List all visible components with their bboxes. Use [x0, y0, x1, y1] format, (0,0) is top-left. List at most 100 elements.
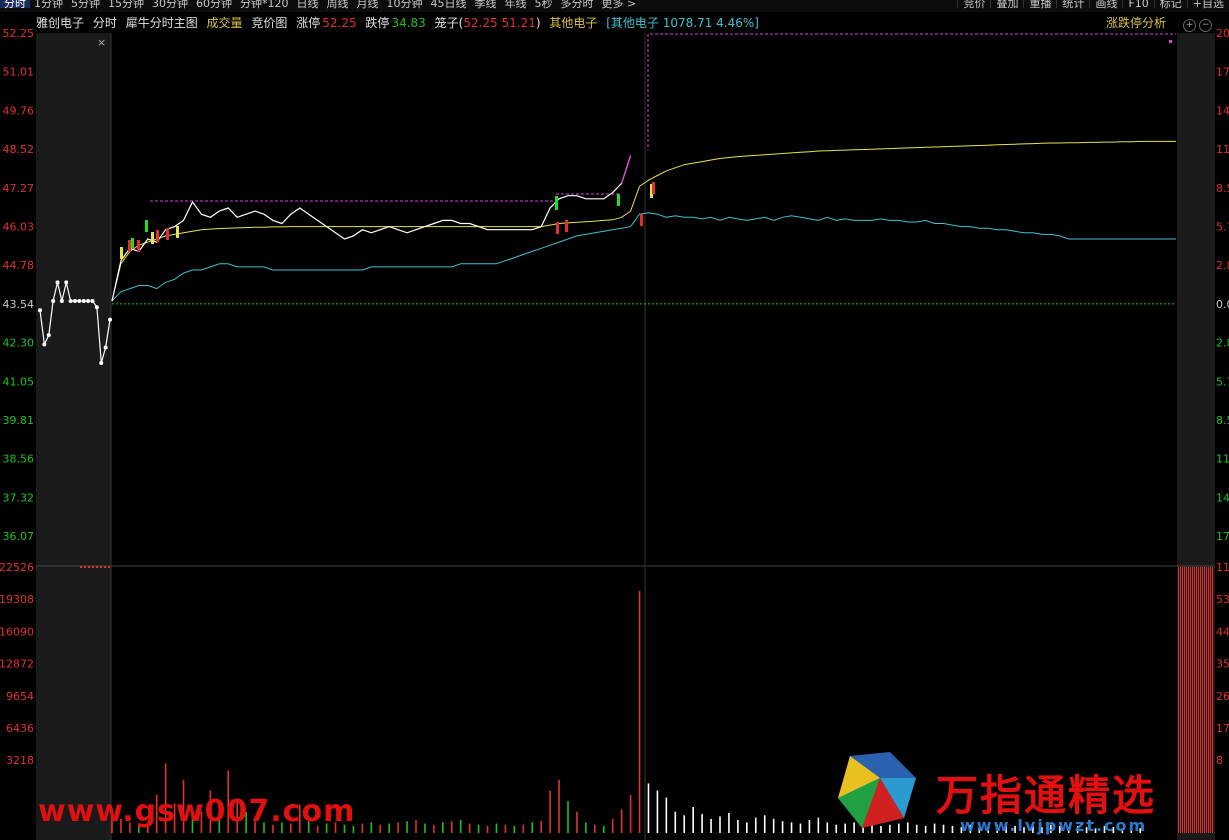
volume-bar — [522, 824, 525, 833]
period-tab[interactable]: 日线 — [293, 0, 323, 9]
percent-tick-label: 14 — [1216, 104, 1229, 117]
signal-bar — [156, 230, 159, 242]
volume-tick-label: 9654 — [6, 690, 34, 703]
price-tick-label: 41.05 — [3, 375, 35, 388]
volume-bar — [504, 824, 507, 833]
info-bar: 雅创电子 分时 犀牛分时主图 成交量 竞价图 涨停 52.25 跌停 34.83 笼… — [36, 14, 764, 32]
price-axis: 52.25 51.01 49.76 48.52 47.27 46.03 44.78 43.54… — [3, 27, 35, 543]
right-volume-bar — [1184, 567, 1185, 833]
period-tab[interactable]: 30分钟 — [148, 0, 192, 9]
indicator-label[interactable]: 犀牛分时主图 — [126, 16, 198, 30]
percent-tick-label: 2.8 — [1216, 337, 1229, 350]
auction-label[interactable]: 竞价图 — [251, 16, 287, 30]
volume-bar — [594, 824, 596, 833]
volume-bar — [442, 822, 444, 833]
percent-tick-label: 11 — [1216, 143, 1229, 156]
price-line — [111, 155, 632, 302]
period-tab[interactable]: 季线 — [471, 0, 501, 9]
auction-point — [103, 345, 108, 350]
toolbar-button[interactable]: 竞价 — [957, 0, 990, 9]
volume-bar — [415, 820, 417, 833]
volume-tick-label: 16090 — [0, 625, 34, 638]
volume-bar — [790, 822, 793, 833]
period-tab[interactable]: 5秒 — [531, 0, 557, 9]
sector-label[interactable]: 其他电子 — [549, 16, 597, 30]
minus-icon[interactable]: − — [1199, 19, 1212, 32]
volume-bar — [513, 825, 516, 833]
price-tick-label: 37.32 — [3, 491, 35, 504]
period-tab[interactable]: 月线 — [353, 0, 383, 9]
auction-point — [73, 298, 77, 303]
signal-markers — [120, 182, 655, 259]
volume-bar — [495, 823, 498, 833]
right-volume-bar — [1204, 567, 1205, 833]
volume-bar — [665, 797, 668, 833]
period-tab[interactable]: 分时 — [0, 0, 30, 9]
toolbar-button[interactable]: +自选 — [1186, 0, 1229, 9]
volume-tick-label: 12872 — [0, 658, 34, 671]
volume-bar — [611, 818, 614, 833]
watermark-url: www.lvjpwzt.com — [960, 816, 1148, 835]
toolbar-button[interactable]: 统计 — [1056, 0, 1089, 9]
period-tab[interactable]: 分钟*120 — [236, 0, 293, 9]
price-tick-label: 52.25 — [3, 27, 35, 40]
sector-line — [111, 212, 1176, 302]
right-volume-bar — [1208, 567, 1209, 833]
auction-volume-bar — [88, 566, 90, 568]
price-tick-label: 49.76 — [3, 104, 35, 117]
volume-bar — [629, 795, 632, 833]
period-tab[interactable]: 15分钟 — [104, 0, 148, 9]
period-tab[interactable]: 年线 — [501, 0, 531, 9]
auction-volume-bar — [100, 566, 102, 568]
add-icon[interactable]: + — [1183, 19, 1196, 32]
signal-bar — [137, 240, 140, 252]
price-tick-label: 36.07 — [3, 530, 35, 543]
limit-up-label: 涨停 — [296, 16, 321, 30]
volume-label[interactable]: 成交量 — [207, 16, 243, 30]
period-tab[interactable]: 多分时 — [557, 0, 598, 9]
volume-bar — [951, 825, 954, 833]
toolbar-button[interactable]: 画线 — [1089, 0, 1122, 9]
period-tab[interactable]: 更多 > — [598, 0, 641, 9]
percent-tick-label: 17 — [1216, 66, 1229, 79]
volume-right-label: 26 — [1216, 690, 1229, 703]
period-tab[interactable]: 1分钟 — [30, 0, 67, 9]
signal-bar — [555, 196, 558, 210]
price-tick-label: 38.56 — [3, 453, 35, 466]
volume-bar — [710, 818, 712, 833]
period-toolbar: 分时 1分钟 5分钟 15分钟 30分钟 60分钟 分钟*120 日线 周线 月线 10分钟 45日线… — [0, 0, 1229, 12]
volume-bar — [781, 821, 784, 833]
auction-point — [46, 333, 51, 338]
right-volume-bar — [1180, 567, 1181, 833]
period-tab[interactable]: 周线 — [323, 0, 353, 9]
toolbar-button[interactable]: 标记 — [1153, 0, 1187, 9]
volume-bar — [450, 821, 453, 833]
volume-tick-label: 22526 — [0, 561, 34, 574]
volume-bar — [361, 823, 364, 833]
right-volume-bar — [1196, 567, 1197, 833]
toolbar-button[interactable]: 叠加 — [990, 0, 1023, 9]
toolbar-button[interactable]: F10 — [1122, 0, 1153, 9]
price-tick-label: 47.27 — [3, 182, 35, 195]
toolbar-button[interactable]: 重播 — [1023, 0, 1056, 9]
percent-tick-label: 17 — [1216, 530, 1229, 543]
period-tab[interactable]: 45日线 — [427, 0, 471, 9]
auction-point — [55, 280, 60, 285]
signal-bar — [145, 220, 148, 232]
volume-bar — [647, 783, 650, 833]
right-volume-bar — [1182, 567, 1183, 833]
close-icon[interactable]: × — [97, 36, 106, 49]
watermark-logo-icon — [838, 752, 916, 828]
right-volume-bar — [1194, 567, 1195, 833]
volume-bar — [746, 822, 748, 833]
view-label[interactable]: 分时 — [93, 16, 117, 30]
volume-bar — [817, 817, 820, 833]
price-tick-label: 48.52 — [3, 143, 35, 156]
period-tab[interactable]: 10分钟 — [383, 0, 427, 9]
period-tab[interactable]: 5分钟 — [67, 0, 104, 9]
auction-point — [81, 298, 86, 303]
volume-bar — [763, 815, 766, 833]
period-tab[interactable]: 60分钟 — [192, 0, 236, 9]
limit-analysis-button[interactable]: 涨跌停分析 — [1106, 14, 1166, 32]
auction-volume-bar — [80, 566, 82, 568]
